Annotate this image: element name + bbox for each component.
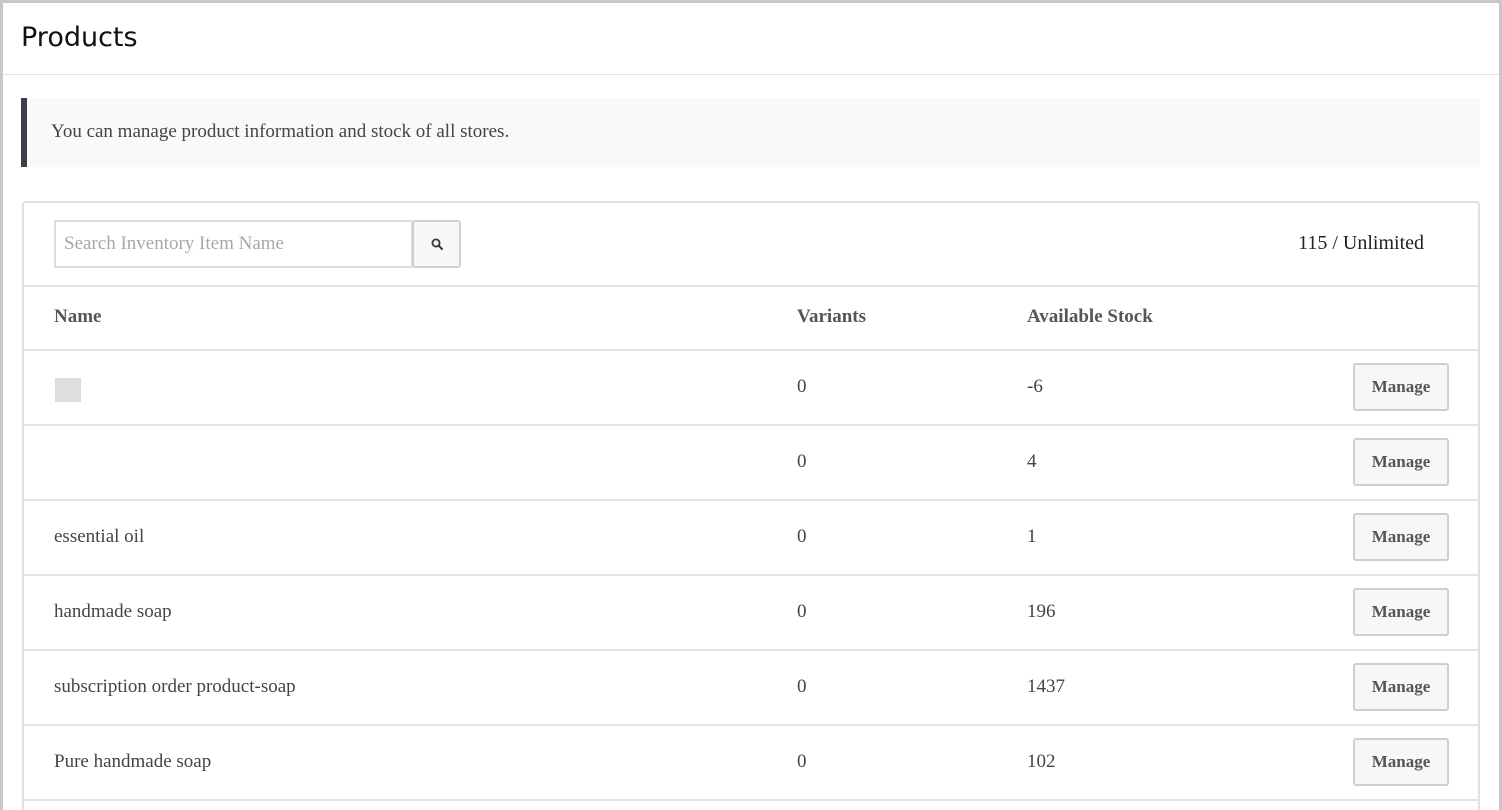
column-header-name: Name: [54, 306, 102, 327]
item-quota: 115 / Unlimited: [1298, 232, 1424, 254]
products-table: Name Variants Available Stock 0 -6 Manag…: [24, 285, 1478, 801]
manage-button[interactable]: Manage: [1353, 738, 1449, 786]
product-name: essential oil: [54, 526, 145, 547]
product-variants: 0: [797, 526, 807, 547]
manage-button[interactable]: Manage: [1353, 438, 1449, 486]
product-stock: 4: [1027, 451, 1037, 472]
manage-button[interactable]: Manage: [1353, 513, 1449, 561]
manage-button[interactable]: Manage: [1353, 363, 1449, 411]
product-variants: 0: [797, 376, 807, 397]
search-icon: [431, 238, 443, 250]
page-title: Products: [21, 22, 138, 53]
app-frame: Products You can manage product informat…: [0, 0, 1502, 810]
page-header: Products: [3, 3, 1499, 75]
product-variants: 0: [797, 751, 807, 772]
products-panel: 115 / Unlimited Name Variants Available …: [22, 201, 1480, 810]
table-row: 0 -6 Manage: [24, 351, 1478, 426]
info-banner-text: You can manage product information and s…: [51, 121, 510, 142]
inventory-toolbar: 115 / Unlimited: [24, 203, 1478, 287]
table-row: handmade soap 0 196 Manage: [24, 576, 1478, 651]
product-variants: 0: [797, 601, 807, 622]
manage-button[interactable]: Manage: [1353, 588, 1449, 636]
column-header-variants: Variants: [797, 306, 866, 327]
table-row: subscription order product-soap 0 1437 M…: [24, 651, 1478, 726]
table-row: Pure handmade soap 0 102 Manage: [24, 726, 1478, 801]
product-stock: 1437: [1027, 676, 1065, 697]
product-variants: 0: [797, 451, 807, 472]
search-button[interactable]: [412, 220, 461, 268]
table-row: 0 4 Manage: [24, 426, 1478, 501]
product-stock: 196: [1027, 601, 1056, 622]
product-name: handmade soap: [54, 601, 172, 622]
info-banner: You can manage product information and s…: [21, 98, 1480, 167]
search-input[interactable]: [54, 220, 413, 268]
table-row: essential oil 0 1 Manage: [24, 501, 1478, 576]
product-stock: -6: [1027, 376, 1043, 397]
product-name: Pure handmade soap: [54, 751, 212, 772]
manage-button[interactable]: Manage: [1353, 663, 1449, 711]
column-header-available-stock: Available Stock: [1027, 306, 1153, 327]
product-name: subscription order product-soap: [54, 676, 296, 697]
product-stock: 1: [1027, 526, 1037, 547]
product-thumbnail: [55, 378, 81, 402]
product-stock: 102: [1027, 751, 1056, 772]
product-variants: 0: [797, 676, 807, 697]
table-header: Name Variants Available Stock: [24, 285, 1478, 351]
